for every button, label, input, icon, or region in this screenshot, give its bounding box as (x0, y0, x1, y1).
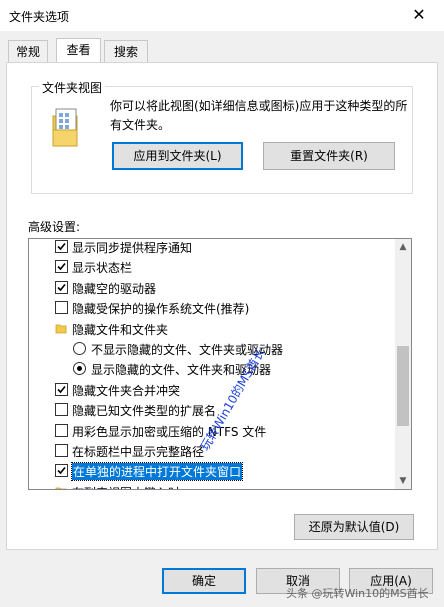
checkbox-checked-icon[interactable] (55, 382, 68, 396)
advanced-setting-label: 隐藏文件夹合并冲突 (72, 383, 181, 398)
advanced-setting-label: 在单独的进程中打开文件夹窗口 (70, 462, 244, 482)
advanced-setting-row[interactable]: 隐藏文件夹合并冲突 (29, 380, 397, 400)
apply-to-folders-button[interactable]: 应用到文件夹(L) (112, 142, 243, 170)
checkbox-unchecked-icon[interactable] (55, 301, 68, 315)
advanced-setting-row[interactable]: 隐藏受保护的操作系统文件(推荐) (29, 298, 397, 318)
advanced-setting-label: 隐藏文件和文件夹 (72, 322, 169, 337)
advanced-setting-row[interactable]: 显示状态栏 (29, 257, 397, 277)
advanced-setting-label: 隐藏受保护的操作系统文件(推荐) (72, 302, 250, 317)
close-button[interactable]: ✕ (408, 5, 430, 25)
folder-view-icon (52, 108, 78, 147)
folder-view-description: 你可以将此视图(如详细信息或图标)应用于这种类型的所有文件夹。 (110, 99, 408, 132)
advanced-setting-label: 用彩色显示加密或压缩的 NTFS 文件 (72, 424, 267, 439)
advanced-setting-row[interactable]: 显示隐藏的文件、文件夹和驱动器 (29, 359, 397, 379)
tab-general[interactable]: 常规 (8, 40, 48, 62)
advanced-settings-list[interactable]: 显示同步提供程序通知 显示状态栏隐藏空的驱动器隐藏受保护的操作系统文件(推荐) 隐藏… (28, 238, 412, 490)
checkbox-checked-icon[interactable] (55, 240, 68, 253)
advanced-setting-label: 在标题栏中显示完整路径 (72, 445, 205, 459)
tab-search[interactable]: 搜索 (104, 40, 148, 62)
advanced-setting-row[interactable]: 在单独的进程中打开文件夹窗口 (29, 461, 397, 482)
checkbox-checked-icon[interactable] (55, 280, 68, 294)
advanced-setting-row[interactable]: 隐藏文件和文件夹 (29, 319, 397, 339)
advanced-setting-label: 隐藏空的驱动器 (72, 281, 157, 296)
tab-view[interactable]: 查看 (56, 38, 101, 63)
window-title: 文件夹选项 (9, 10, 70, 24)
advanced-setting-label: 显示同步提供程序通知 (72, 241, 193, 255)
radio-selected-icon[interactable] (73, 362, 86, 376)
advanced-setting-row[interactable]: 在列表视图中键入时 (29, 482, 397, 489)
ok-button[interactable]: 确定 (162, 568, 246, 594)
checkbox-unchecked-icon[interactable] (55, 444, 68, 457)
advanced-setting-label: 隐藏已知文件类型的扩展名 (72, 404, 217, 419)
advanced-settings-label: 高级设置: (28, 220, 81, 234)
scroll-up-icon[interactable]: ▲ (395, 239, 411, 255)
radio-unselected-icon[interactable] (73, 342, 86, 355)
checkbox-unchecked-icon[interactable] (55, 423, 68, 437)
scroll-down-icon[interactable]: ▼ (395, 473, 411, 489)
watermark-bottom: 头条 @玩转Win10的MS酋长 (286, 587, 429, 600)
advanced-setting-row[interactable]: 隐藏空的驱动器 (29, 278, 397, 298)
checkbox-checked-icon[interactable] (55, 464, 68, 478)
advanced-setting-row[interactable]: 显示同步提供程序通知 (29, 239, 397, 257)
checkbox-unchecked-icon[interactable] (55, 403, 68, 417)
folder-icon (55, 324, 67, 333)
folder-icon (55, 487, 67, 489)
checkbox-checked-icon[interactable] (55, 260, 68, 274)
reset-folders-button[interactable]: 重置文件夹(R) (263, 142, 395, 170)
folder-view-group-label: 文件夹视图 (39, 79, 106, 96)
advanced-setting-label: 显示状态栏 (72, 261, 133, 276)
advanced-setting-label: 在列表视图中键入时 (72, 484, 180, 489)
advanced-setting-row[interactable]: 不显示隐藏的文件、文件夹或驱动器 (29, 339, 397, 359)
list-scrollbar[interactable]: ▲ ▼ (395, 239, 411, 489)
scrollbar-thumb[interactable] (397, 346, 409, 426)
restore-defaults-button[interactable]: 还原为默认值(D) (294, 514, 414, 540)
